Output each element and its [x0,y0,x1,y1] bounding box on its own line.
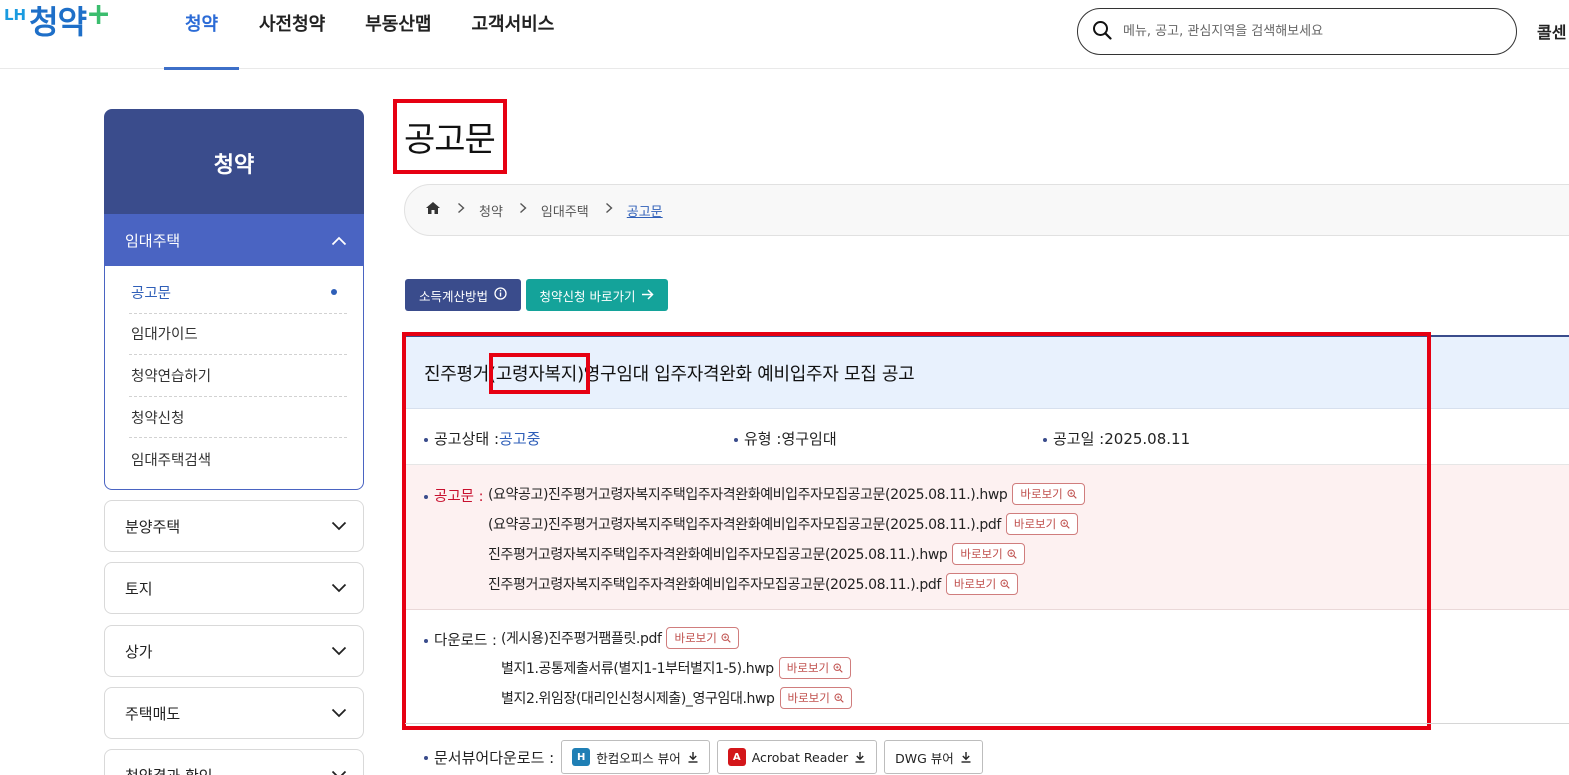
sidebar-item-label: 청약결과 확인 [125,765,213,775]
home-icon[interactable] [425,201,441,219]
income-calc-label: 소득계산방법 [418,288,488,304]
logo-lh-text: LH [4,6,27,24]
download-icon [855,752,865,763]
sidebar-item-label: 토지 [125,579,153,598]
sidebar-subitem-search[interactable]: 임대주택검색 [129,438,347,480]
sidebar-subitem-label: 청약신청 [131,410,185,427]
sidebar-subitem-label: 공고문 [131,285,172,302]
sidebar-item-sale-housing[interactable]: 분양주택 [104,500,364,552]
sidebar-subitem-apply[interactable]: 청약신청 [129,397,347,439]
chevron-down-icon [331,642,347,660]
sidebar-title: 청약 [104,109,364,219]
sidebar-submenu: 공고문 임대가이드 청약연습하기 청약신청 임대주택검색 [105,272,363,480]
download-icon [688,752,698,763]
breadcrumb-current[interactable]: 공고문 [627,201,663,220]
chevron-right-icon [519,202,527,218]
breadcrumb: 청약 임대주택 공고문 [404,184,1569,236]
apply-shortcut-label: 청약신청 바로가기 [539,288,636,304]
sidebar-subitem-label: 청약연습하기 [131,368,212,385]
lh-logo[interactable]: LH 청약 + [4,0,111,48]
divider [405,723,1569,724]
chevron-down-icon [331,517,347,535]
logo-plus-mark: + [86,0,112,32]
sidebar-subitem-notice[interactable]: 공고문 [129,272,347,314]
chevron-down-icon [331,579,347,597]
sidebar-item-rental-housing[interactable]: 임대주택 [105,215,363,266]
call-center-link[interactable]: 콜센 [1537,19,1566,43]
apply-shortcut-button[interactable]: 청약신청 바로가기 [526,279,668,311]
acrobat-reader-button[interactable]: A Acrobat Reader [716,740,878,774]
highlight-box-keyword [489,353,590,394]
viewer-download-row: 문서뷰어다운로드 : H 한컴오피스 뷰어 A Acrobat Reader D… [424,740,983,774]
sidebar-subitem-practice[interactable]: 청약연습하기 [129,355,347,397]
hancom-icon: H [572,748,591,766]
download-icon [961,752,971,763]
sidebar-item-label: 임대주택 [125,232,181,250]
viewer-button-label: Acrobat Reader [751,749,849,765]
sidebar-subitem-label: 임대가이드 [131,327,198,344]
chevron-up-icon [331,232,347,250]
sidebar-item-land[interactable]: 토지 [104,562,364,614]
nav-item-customer-service[interactable]: 고객서비스 [472,0,555,69]
main-nav: 청약 사전청약 부동산맵 고객서비스 [164,0,555,70]
highlight-box-title [393,99,507,174]
info-icon [494,287,507,303]
arrow-right-icon [641,288,655,303]
viewer-button-label: 한컴오피스 뷰어 [596,750,681,766]
bullet-dot [424,756,428,760]
dwg-viewer-button[interactable]: DWG 뷰어 [884,740,983,774]
sidebar-item-label: 주택매도 [125,704,181,723]
viewer-download-label: 문서뷰어다운로드 : [434,748,555,767]
site-header: LH 청약 + 청약 사전청약 부동산맵 고객서비스 콜센 [0,0,1569,70]
sidebar-item-house-sale[interactable]: 주택매도 [104,687,364,739]
logo-main-text: 청약 [29,3,87,41]
sidebar-subitem-label: 임대주택검색 [131,452,212,469]
chevron-right-icon [605,202,613,218]
search-input[interactable] [1123,24,1483,39]
acrobat-icon: A [727,748,746,766]
viewer-button-label: DWG 뷰어 [895,750,954,766]
sidebar-item-shop[interactable]: 상가 [104,625,364,677]
sidebar-subitem-rental-guide[interactable]: 임대가이드 [129,314,347,356]
hancom-viewer-button[interactable]: H 한컴오피스 뷰어 [561,740,710,774]
chevron-right-icon [457,202,465,218]
nav-item-pre-subscription[interactable]: 사전청약 [259,0,325,69]
chevron-down-icon [331,766,347,775]
sidebar-active-section: 임대주택 공고문 임대가이드 청약연습하기 청약신청 임대주택검색 [104,214,364,490]
breadcrumb-item[interactable]: 임대주택 [541,201,589,220]
current-indicator-dot [331,289,337,296]
chevron-down-icon [331,704,347,722]
sidebar-item-label: 상가 [125,642,153,661]
income-calc-button[interactable]: 소득계산방법 [405,279,521,311]
search-icon[interactable] [1092,20,1112,44]
breadcrumb-item[interactable]: 청약 [479,201,503,220]
sidebar-item-label: 분양주택 [125,517,181,536]
nav-item-realestate-map[interactable]: 부동산맵 [365,0,431,69]
sidebar-item-result-check[interactable]: 청약결과 확인 [104,749,364,775]
search-box[interactable] [1077,8,1517,55]
nav-item-subscription[interactable]: 청약 [164,0,239,70]
